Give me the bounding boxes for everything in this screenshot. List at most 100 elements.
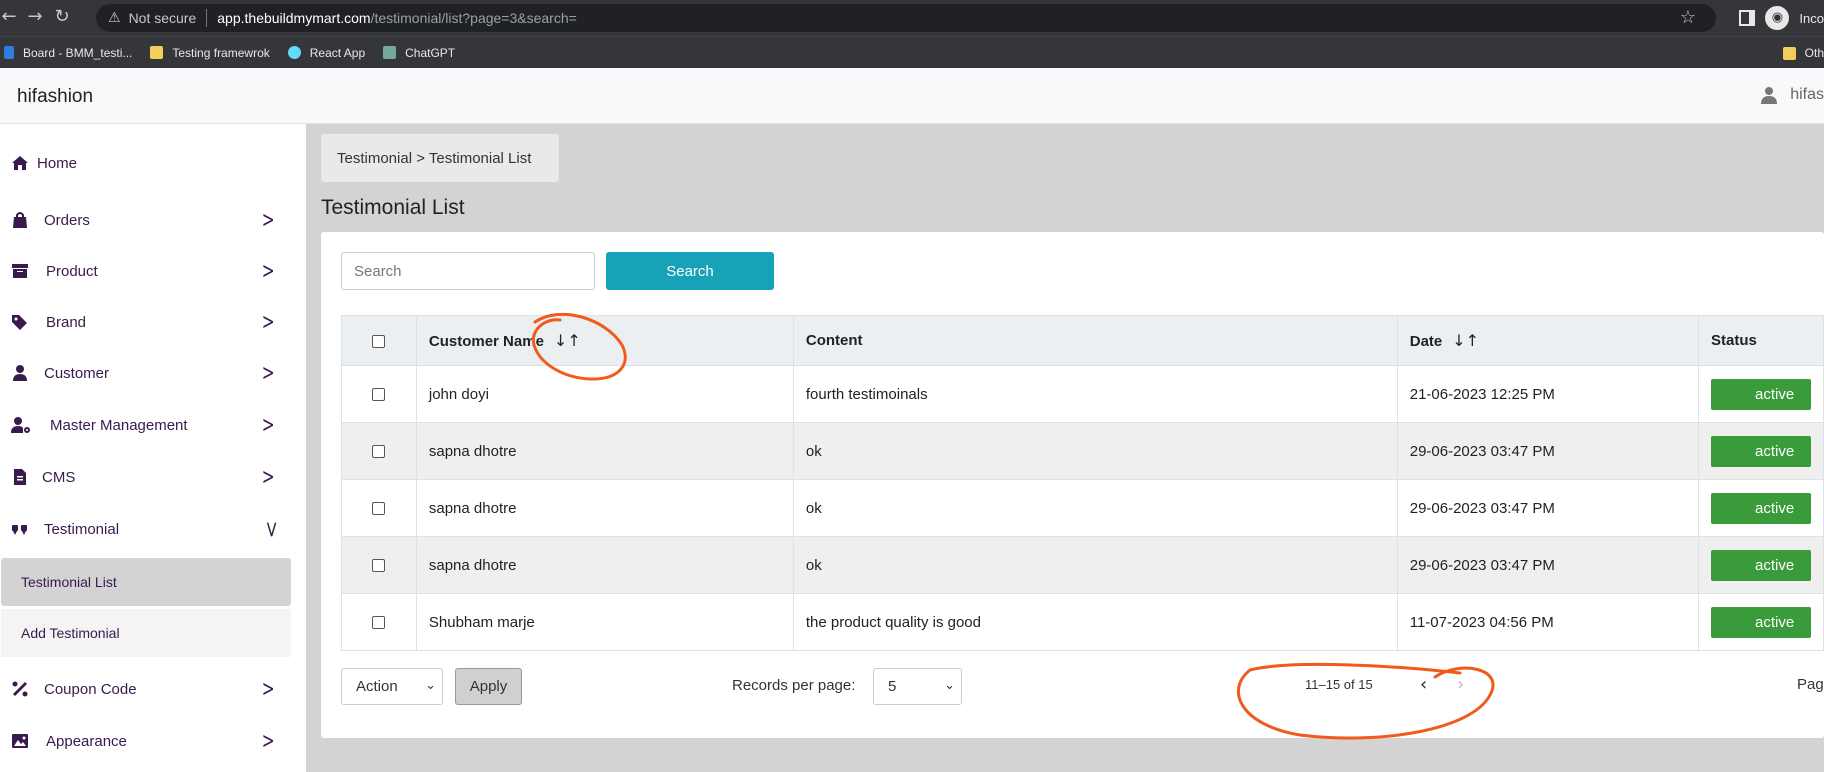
- forward-icon[interactable]: →: [20, 6, 50, 27]
- home-icon: [12, 156, 28, 170]
- apply-button[interactable]: Apply: [455, 668, 522, 705]
- sidebar-item-appearance[interactable]: Appearance >: [0, 721, 295, 761]
- cell-content: ok: [792, 536, 1398, 594]
- bag-icon: [13, 212, 27, 228]
- row-checkbox[interactable]: [372, 616, 386, 630]
- sidebar-item-customer[interactable]: Customer >: [0, 353, 295, 393]
- select-all-checkbox[interactable]: [372, 334, 386, 348]
- chevron-right-icon: >: [261, 310, 275, 335]
- page-title: Testimonial List: [321, 196, 465, 219]
- file-icon: [14, 469, 26, 485]
- table-row: sapna dhotre ok 29-06-2023 03:47 PM acti…: [341, 422, 1824, 480]
- cell-customer-name: sapna dhotre: [415, 479, 794, 537]
- sidebar: Home Orders > Product > Brand > Customer…: [0, 124, 306, 772]
- folder-icon: [150, 46, 164, 59]
- side-panel-icon[interactable]: [1739, 10, 1756, 26]
- sidebar-item-home[interactable]: Home: [0, 143, 295, 183]
- archive-icon: [12, 264, 28, 278]
- table-row: sapna dhotre ok 29-06-2023 03:47 PM acti…: [341, 536, 1824, 594]
- breadcrumb[interactable]: Testimonial > Testimonial List: [321, 134, 559, 182]
- cell-date: 29-06-2023 03:47 PM: [1396, 479, 1700, 537]
- main-content: Testimonial > Testimonial List Testimoni…: [306, 124, 1824, 772]
- cell-date: 21-06-2023 12:25 PM: [1396, 365, 1700, 423]
- sidebar-subitem-add-testimonial[interactable]: Add Testimonial: [1, 609, 291, 657]
- cell-content: ok: [792, 479, 1398, 537]
- status-badge[interactable]: active: [1711, 549, 1811, 581]
- table-row: john doyi fourth testimoinals 21-06-2023…: [341, 365, 1824, 423]
- status-badge[interactable]: active: [1711, 492, 1811, 524]
- column-header-status: Status: [1698, 315, 1824, 366]
- row-checkbox[interactable]: [372, 388, 386, 402]
- app-header: hifashion hifas: [0, 68, 1824, 124]
- column-header-date[interactable]: Date ↓↑: [1396, 315, 1700, 366]
- sidebar-item-orders[interactable]: Orders >: [0, 200, 295, 240]
- tags-icon: [12, 315, 27, 330]
- sidebar-item-coupon-code[interactable]: Coupon Code >: [0, 669, 295, 709]
- cell-date: 11-07-2023 04:56 PM: [1396, 593, 1700, 651]
- chevron-right-icon: >: [261, 361, 275, 386]
- table-row: Shubham marje the product quality is goo…: [341, 593, 1824, 651]
- records-per-page-label: Records per page:: [732, 677, 856, 694]
- chevron-down-icon: ⌄: [944, 678, 955, 693]
- bookmark-icon: [4, 46, 14, 59]
- search-input[interactable]: [341, 252, 595, 290]
- search-button[interactable]: Search: [606, 252, 774, 290]
- bookmark-item[interactable]: ChatGPT: [383, 46, 455, 60]
- reload-icon[interactable]: ↻: [47, 6, 77, 27]
- sort-icon[interactable]: ↓↑: [554, 331, 581, 350]
- chevron-down-icon: ⌄: [425, 678, 436, 693]
- percent-icon: [12, 681, 28, 697]
- sidebar-item-product[interactable]: Product >: [0, 251, 295, 291]
- user-avatar-icon: [1761, 87, 1778, 104]
- user-menu[interactable]: hifas: [1760, 86, 1824, 104]
- bookmarks-bar: Board - BMM_testi... Testing framewrok R…: [0, 36, 1824, 68]
- chevron-right-icon: >: [261, 208, 275, 233]
- cell-content: ok: [792, 422, 1398, 480]
- sidebar-item-brand[interactable]: Brand >: [0, 302, 295, 342]
- not-secure-label: Not secure: [128, 10, 197, 26]
- profile-label[interactable]: Inco: [1799, 11, 1824, 26]
- bulk-action-select[interactable]: Action ⌄: [341, 668, 443, 705]
- status-badge[interactable]: active: [1711, 435, 1811, 467]
- cell-customer-name: john doyi: [415, 365, 794, 423]
- sidebar-item-master-management[interactable]: Master Management >: [0, 405, 295, 445]
- testimonial-table: Customer Name ↓↑ Content Date ↓↑ Status jo…: [341, 315, 1824, 651]
- bookmark-item[interactable]: Testing framewrok: [150, 46, 270, 60]
- pagination-info: 11–15 of 15: [1305, 677, 1373, 692]
- select-all-cell: [341, 315, 417, 366]
- records-per-page-select[interactable]: 5 ⌄: [873, 668, 962, 705]
- table-header-row: Customer Name ↓↑ Content Date ↓↑ Status: [341, 315, 1824, 366]
- column-header-customer-name[interactable]: Customer Name ↓↑: [415, 315, 794, 366]
- other-bookmarks[interactable]: Oth: [1782, 37, 1824, 69]
- cell-content: the product quality is good: [792, 593, 1398, 651]
- bookmark-star-icon[interactable]: ☆: [1680, 7, 1696, 28]
- user-cog-icon: [11, 417, 30, 433]
- previous-page-icon[interactable]: ‹: [1420, 674, 1427, 695]
- chevron-right-icon: >: [261, 259, 275, 284]
- browser-toolbar: ← → ↻ ⚠ Not secure app.thebuildmymart.co…: [0, 0, 1824, 36]
- brand-name[interactable]: hifashion: [17, 86, 93, 108]
- cell-content: fourth testimoinals: [792, 365, 1398, 423]
- status-badge[interactable]: active: [1711, 606, 1811, 638]
- cell-customer-name: Shubham marje: [415, 593, 794, 651]
- status-badge[interactable]: active: [1711, 378, 1811, 410]
- sidebar-subitem-testimonial-list[interactable]: Testimonial List: [1, 558, 291, 606]
- browser-right-icons: ◉ Inco: [1739, 0, 1824, 36]
- sidebar-item-testimonial[interactable]: Testimonial >: [0, 509, 295, 549]
- row-checkbox[interactable]: [372, 502, 386, 516]
- sort-icon[interactable]: ↓↑: [1452, 331, 1479, 350]
- cell-date: 29-06-2023 03:47 PM: [1396, 536, 1700, 594]
- cell-customer-name: sapna dhotre: [415, 422, 794, 480]
- row-checkbox[interactable]: [372, 559, 386, 573]
- chevron-down-icon: >: [260, 520, 281, 539]
- next-page-icon[interactable]: ›: [1457, 674, 1464, 695]
- bookmark-item[interactable]: React App: [287, 46, 365, 60]
- chevron-right-icon: >: [261, 413, 275, 438]
- address-bar[interactable]: ⚠ Not secure app.thebuildmymart.com /tes…: [96, 4, 1716, 32]
- sidebar-item-cms[interactable]: CMS >: [0, 457, 295, 497]
- row-checkbox[interactable]: [372, 445, 386, 459]
- incognito-icon[interactable]: ◉: [1765, 6, 1790, 30]
- page-label: Pag: [1797, 676, 1824, 693]
- bookmark-item[interactable]: Board - BMM_testi...: [4, 46, 132, 60]
- quote-icon: [12, 525, 27, 535]
